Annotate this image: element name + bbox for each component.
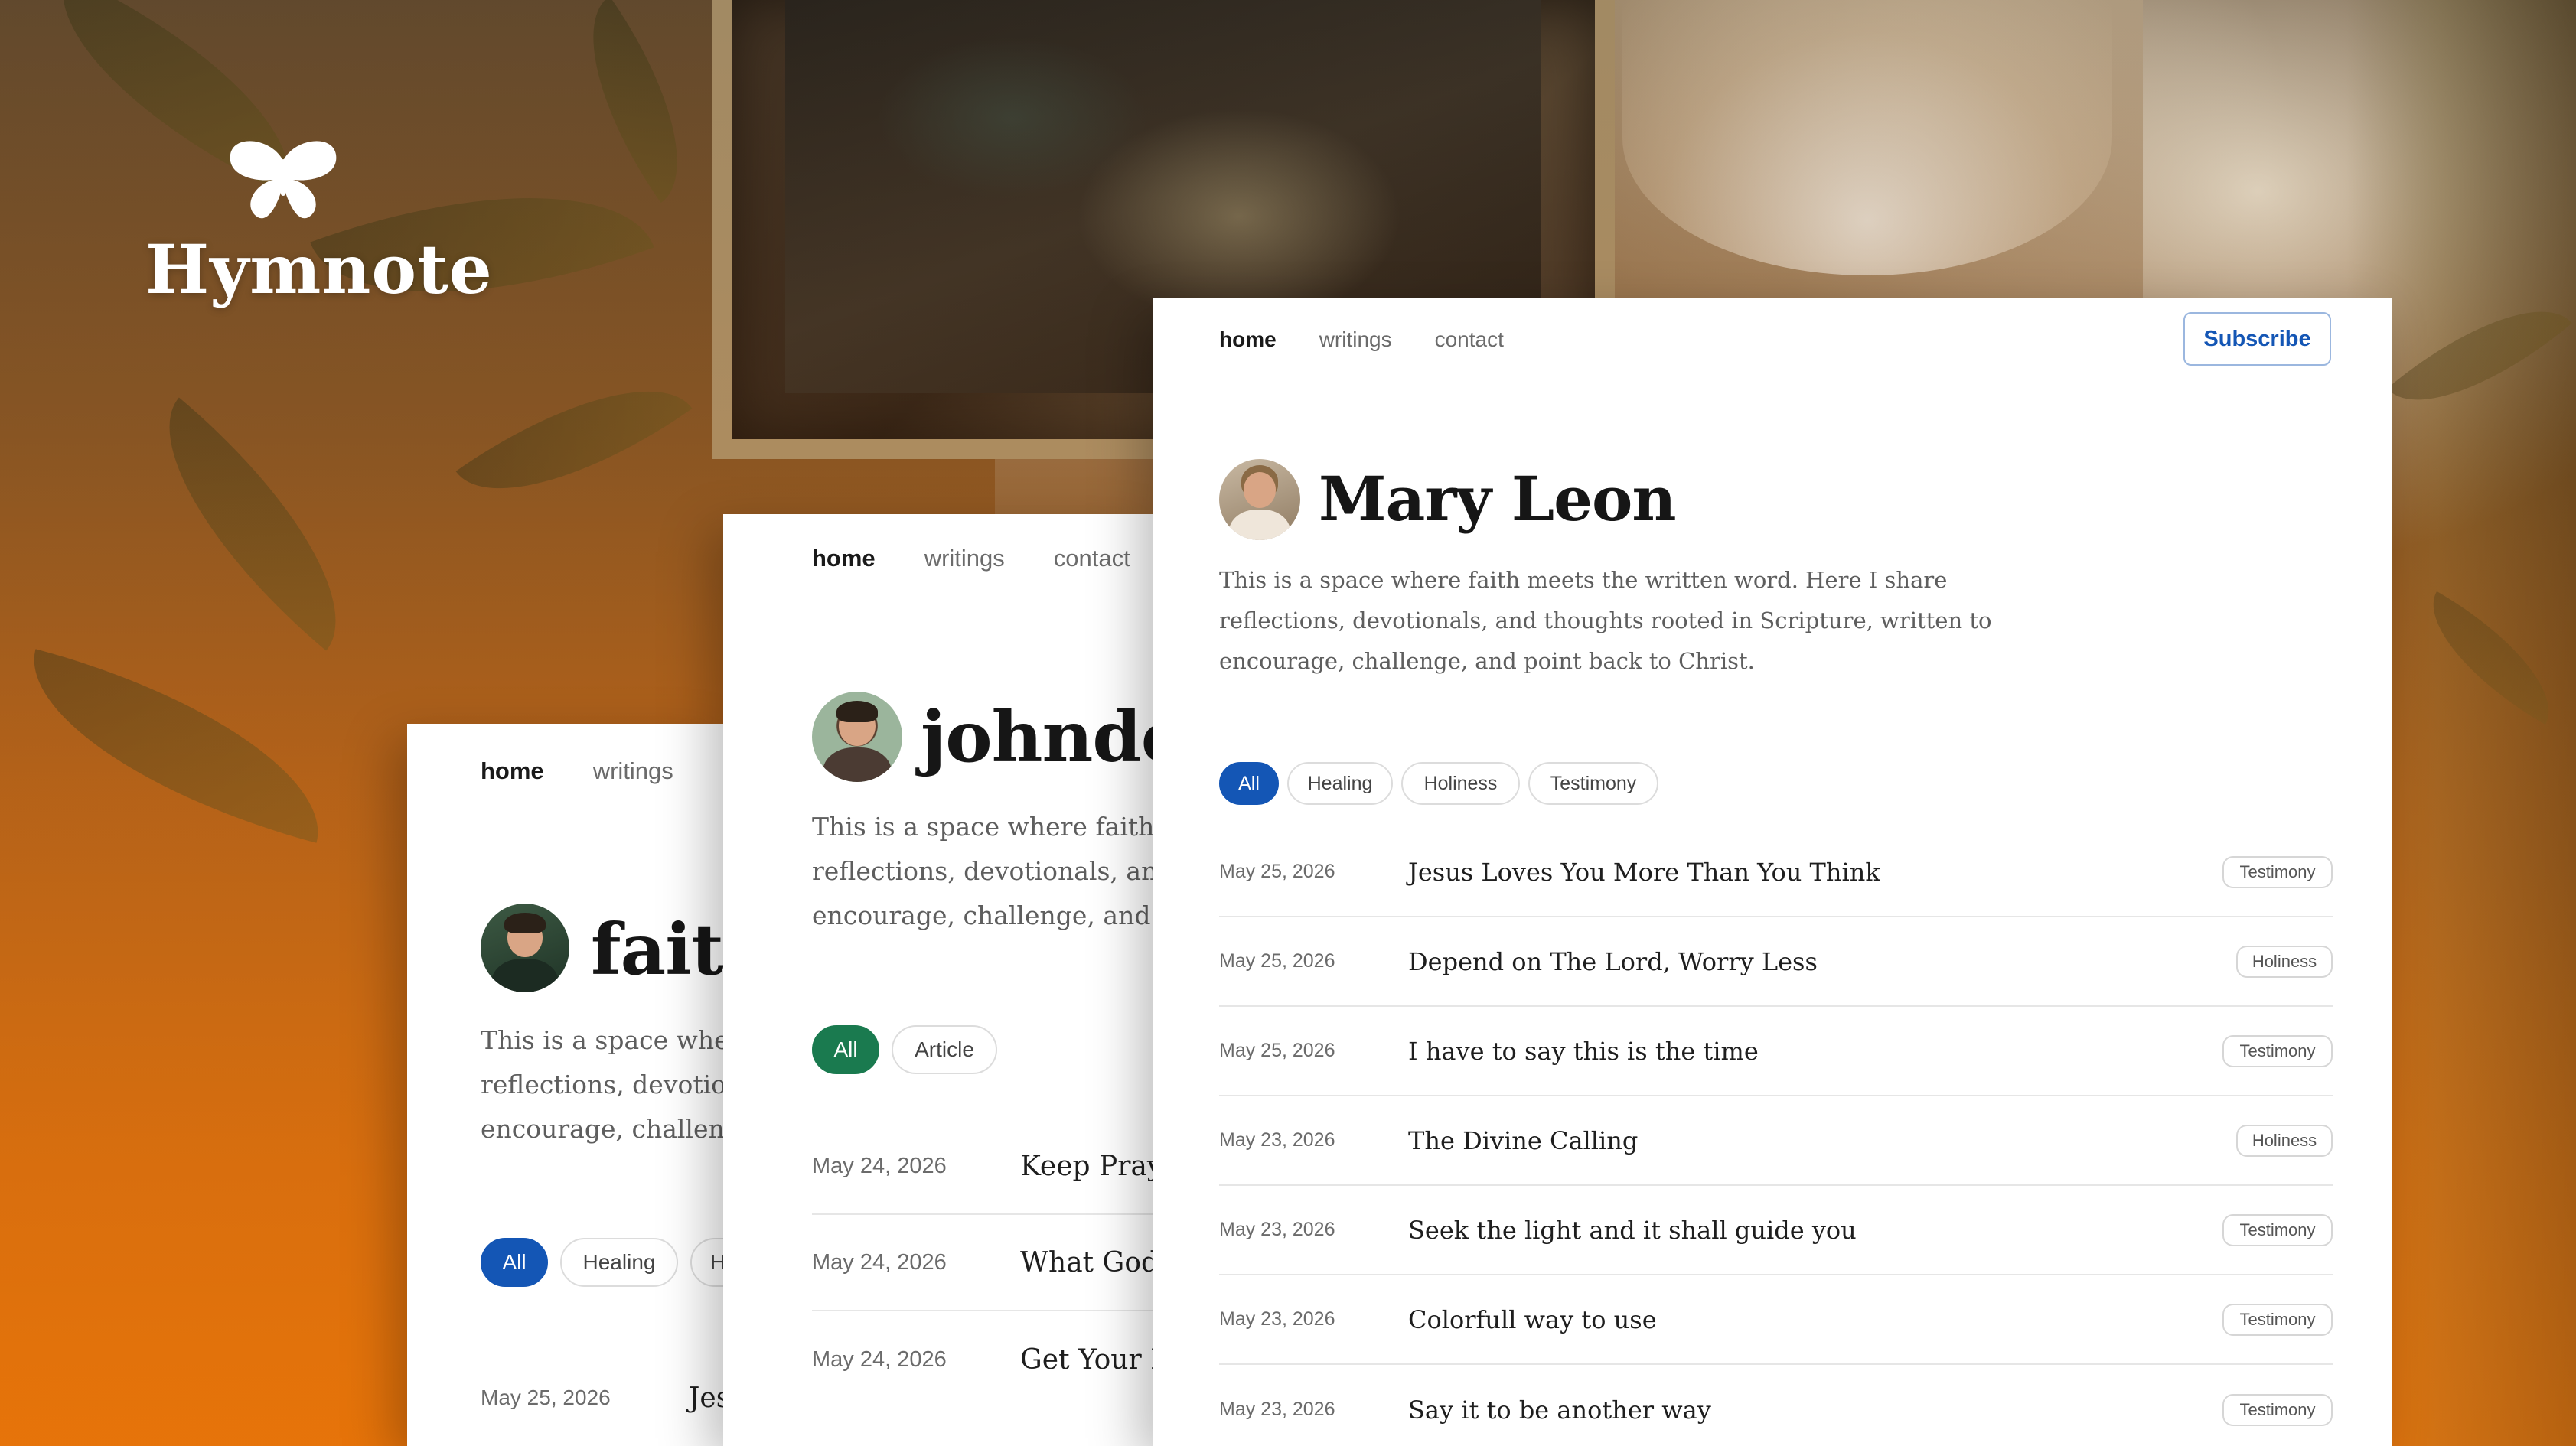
post-title[interactable]: I have to say this is the time xyxy=(1408,1037,1759,1066)
post-tag-badge: Testimony xyxy=(2222,1393,2333,1426)
profile-card-faith: home writings faith This is a space wher… xyxy=(407,724,729,1446)
bio-line: encourage, challenge, and po xyxy=(812,900,1156,930)
bio-line: reflections, devotion xyxy=(481,1070,729,1099)
filter-healing[interactable]: Healing xyxy=(560,1238,678,1287)
author-bio: This is a space where faith m reflection… xyxy=(812,805,1156,938)
nav-contact-link[interactable]: contact xyxy=(1435,327,1504,352)
post-title[interactable]: Colorfull way to use xyxy=(1408,1305,1657,1334)
bio-line: This is a space wher xyxy=(481,1025,729,1055)
avatar xyxy=(481,904,569,992)
filter-all[interactable]: All xyxy=(812,1025,879,1074)
post-date: May 24, 2026 xyxy=(812,1153,947,1178)
filter-testimony[interactable]: Testimony xyxy=(1528,762,1658,805)
filter-all[interactable]: All xyxy=(1219,762,1279,805)
avatar xyxy=(812,692,902,782)
bio-line: encourage, challenge, and point back to … xyxy=(1219,648,1755,674)
author-name: Mary Leon xyxy=(1319,463,1677,535)
post-date: May 25, 2026 xyxy=(1219,950,1335,972)
post-list: May 25, 2026 Jesus Loves You More Than Y… xyxy=(1219,828,2333,1446)
nav-home-link[interactable]: home xyxy=(481,757,544,785)
post-date: May 24, 2026 xyxy=(812,1347,947,1372)
post-tag-badge: Testimony xyxy=(2222,1034,2333,1067)
profile-card-mary-leon: home writings contact Subscribe Mary Leo… xyxy=(1153,298,2392,1446)
post-tag-badge: Holiness xyxy=(2236,1124,2333,1157)
post-tag-badge: Holiness xyxy=(2236,945,2333,978)
post-title[interactable]: Get Your H xyxy=(1020,1344,1156,1376)
post-date: May 23, 2026 xyxy=(1219,1308,1335,1330)
list-item[interactable]: May 25, 2026 Jes xyxy=(481,1350,729,1446)
list-item[interactable]: May 23, 2026 Colorfull way to use Testim… xyxy=(1219,1275,2333,1365)
nav-home-link[interactable]: home xyxy=(1219,327,1277,352)
subscribe-button[interactable]: Subscribe xyxy=(2183,312,2331,366)
bio-line: encourage, challeng xyxy=(481,1114,729,1144)
post-title[interactable]: Say it to be another way xyxy=(1408,1396,1711,1425)
post-tag-badge: Testimony xyxy=(2222,855,2333,888)
nav-writings-link[interactable]: writings xyxy=(924,545,1005,572)
post-date: May 24, 2026 xyxy=(812,1249,947,1275)
nav-home-link[interactable]: home xyxy=(812,545,876,572)
post-date: May 23, 2026 xyxy=(1219,1219,1335,1240)
filter-pills: All Article xyxy=(812,1025,997,1074)
post-tag-badge: Testimony xyxy=(2222,1303,2333,1336)
post-list: May 25, 2026 Jes xyxy=(481,1350,729,1446)
list-item[interactable]: May 23, 2026 Say it to be another way Te… xyxy=(1219,1365,2333,1446)
filter-all[interactable]: All xyxy=(481,1238,548,1287)
bio-line: reflections, devotionals, and t xyxy=(812,856,1156,886)
post-date: May 25, 2026 xyxy=(1219,1040,1335,1061)
list-item[interactable]: May 25, 2026 Jesus Loves You More Than Y… xyxy=(1219,828,2333,917)
filter-pills: All Healing Holiness Testimony xyxy=(1219,762,1658,805)
list-item[interactable]: May 23, 2026 The Divine Calling Holiness xyxy=(1219,1096,2333,1186)
post-title[interactable]: Jesus Loves You More Than You Think xyxy=(1408,858,1880,887)
filter-healing[interactable]: Healing xyxy=(1287,762,1393,805)
post-title[interactable]: What God I xyxy=(1020,1247,1156,1278)
post-title[interactable]: Keep Prayi xyxy=(1020,1151,1156,1182)
author-name: johndoe xyxy=(921,695,1156,778)
post-date: May 23, 2026 xyxy=(1219,1129,1335,1151)
list-item[interactable]: May 24, 2026 What God I xyxy=(812,1215,1156,1311)
list-item[interactable]: May 25, 2026 Depend on The Lord, Worry L… xyxy=(1219,917,2333,1007)
card-nav: home writings contact xyxy=(1219,324,1504,355)
filter-pills: All Healing H xyxy=(481,1238,729,1287)
nav-contact-link[interactable]: contact xyxy=(1054,545,1130,572)
post-title[interactable]: The Divine Calling xyxy=(1408,1126,1638,1155)
card-nav: home writings xyxy=(481,756,673,787)
list-item[interactable]: May 24, 2026 Keep Prayi xyxy=(812,1119,1156,1215)
filter-article[interactable]: Article xyxy=(892,1025,997,1074)
post-title[interactable]: Depend on The Lord, Worry Less xyxy=(1408,947,1818,976)
post-date: May 25, 2026 xyxy=(1219,861,1335,882)
post-list: May 24, 2026 Keep Prayi May 24, 2026 Wha… xyxy=(812,1119,1156,1408)
avatar xyxy=(1219,459,1300,540)
list-item[interactable]: May 25, 2026 I have to say this is the t… xyxy=(1219,1007,2333,1096)
card-nav: home writings contact xyxy=(812,543,1130,574)
butterfly-icon xyxy=(230,141,337,219)
post-tag-badge: Testimony xyxy=(2222,1213,2333,1246)
profile-card-johndoe: home writings contact johndoe This is a … xyxy=(723,514,1156,1446)
post-title[interactable]: Seek the light and it shall guide you xyxy=(1408,1216,1857,1245)
post-date: May 23, 2026 xyxy=(1219,1399,1335,1420)
filter-holiness[interactable]: Holiness xyxy=(1401,762,1520,805)
bio-line: reflections, devotionals, and thoughts r… xyxy=(1219,607,1992,633)
bio-line: This is a space where faith meets the wr… xyxy=(1219,567,1948,593)
list-item[interactable]: May 24, 2026 Get Your H xyxy=(812,1311,1156,1408)
nav-writings-link[interactable]: writings xyxy=(1319,327,1392,352)
author-name: faith xyxy=(591,908,729,991)
post-date: May 25, 2026 xyxy=(481,1386,611,1409)
bio-line: This is a space where faith m xyxy=(812,812,1156,842)
author-bio: This is a space wher reflections, devoti… xyxy=(481,1018,729,1151)
list-item[interactable]: May 23, 2026 Seek the light and it shall… xyxy=(1219,1186,2333,1275)
nav-writings-link[interactable]: writings xyxy=(593,757,673,785)
brand-name: Hymnote xyxy=(145,230,493,309)
brand: Hymnote xyxy=(145,138,493,309)
author-bio: This is a space where faith meets the wr… xyxy=(1219,560,1991,682)
